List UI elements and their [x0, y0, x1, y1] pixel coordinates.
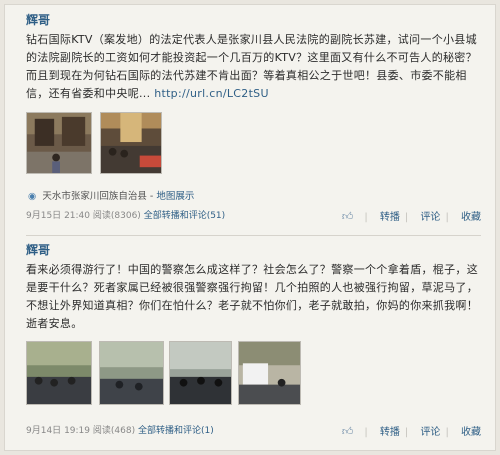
- post-image[interactable]: [26, 112, 92, 174]
- thumbs-up-icon[interactable]: 👍︎: [342, 210, 354, 223]
- divider: [26, 235, 481, 236]
- post-author[interactable]: 辉哥: [26, 241, 50, 258]
- post-meta: 9月14日 19:19 阅读(468) 全部转播和评论(1) 👍︎ | 转播 | 评…: [26, 423, 481, 438]
- read-count: 阅读(8306): [92, 211, 141, 221]
- post-date: 9月15日: [26, 211, 62, 221]
- feed-container: 辉哥 钻石国际KTV（案发地）的法定代表人是张家川县人民法院的副院长苏建，试问一…: [4, 4, 496, 451]
- post-actions: 👍︎ | 转播 | 评论 | 收藏: [341, 425, 481, 438]
- thumbs-up-icon[interactable]: 👍︎: [342, 425, 354, 438]
- post-image[interactable]: [99, 341, 164, 405]
- post-image[interactable]: [238, 341, 301, 405]
- post-body: 看来必须得游行了！中国的警察怎么成这样了？社会怎么了？警察一个个拿着盾，棍子，这…: [26, 263, 478, 330]
- favorite-button[interactable]: 收藏: [461, 427, 481, 438]
- post-actions: 👍︎ | 转播 | 评论 | 收藏: [341, 210, 481, 223]
- post-text: 钻石国际KTV（案发地）的法定代表人是张家川县人民法院的副院长苏建，试问一个小县…: [26, 31, 478, 103]
- map-pin-icon: ◉: [28, 191, 37, 202]
- all-comments-link[interactable]: 全部转播和评论(1): [138, 426, 214, 436]
- post-image[interactable]: [169, 341, 232, 405]
- repost-button[interactable]: 转播: [380, 212, 400, 223]
- all-comments-link[interactable]: 全部转播和评论(51): [144, 211, 225, 221]
- post-link[interactable]: http://url.cn/LC2tSU: [154, 87, 269, 100]
- post-meta: 9月15日 21:40 阅读(8306) 全部转播和评论(51) 👍︎ | 转播 |…: [26, 208, 481, 223]
- post-time: 21:40: [64, 211, 90, 221]
- comment-button[interactable]: 评论: [420, 212, 440, 223]
- post-date: 9月14日: [26, 426, 62, 436]
- read-count: 阅读(468): [92, 426, 136, 436]
- post-image[interactable]: [26, 341, 92, 405]
- favorite-button[interactable]: 收藏: [461, 212, 481, 223]
- post-author[interactable]: 辉哥: [26, 11, 50, 28]
- map-link[interactable]: 地图展示: [156, 191, 194, 202]
- location-row: ◉ 天水市张家川回族自治县 - 地图展示: [28, 191, 195, 202]
- location-name: 天水市张家川回族自治县: [42, 191, 147, 202]
- comment-button[interactable]: 评论: [420, 427, 440, 438]
- repost-button[interactable]: 转播: [380, 427, 400, 438]
- post-text: 看来必须得游行了！中国的警察怎么成这样了？社会怎么了？警察一个个拿着盾，棍子，这…: [26, 261, 478, 333]
- post-time: 19:19: [64, 426, 90, 436]
- post-image[interactable]: [100, 112, 162, 174]
